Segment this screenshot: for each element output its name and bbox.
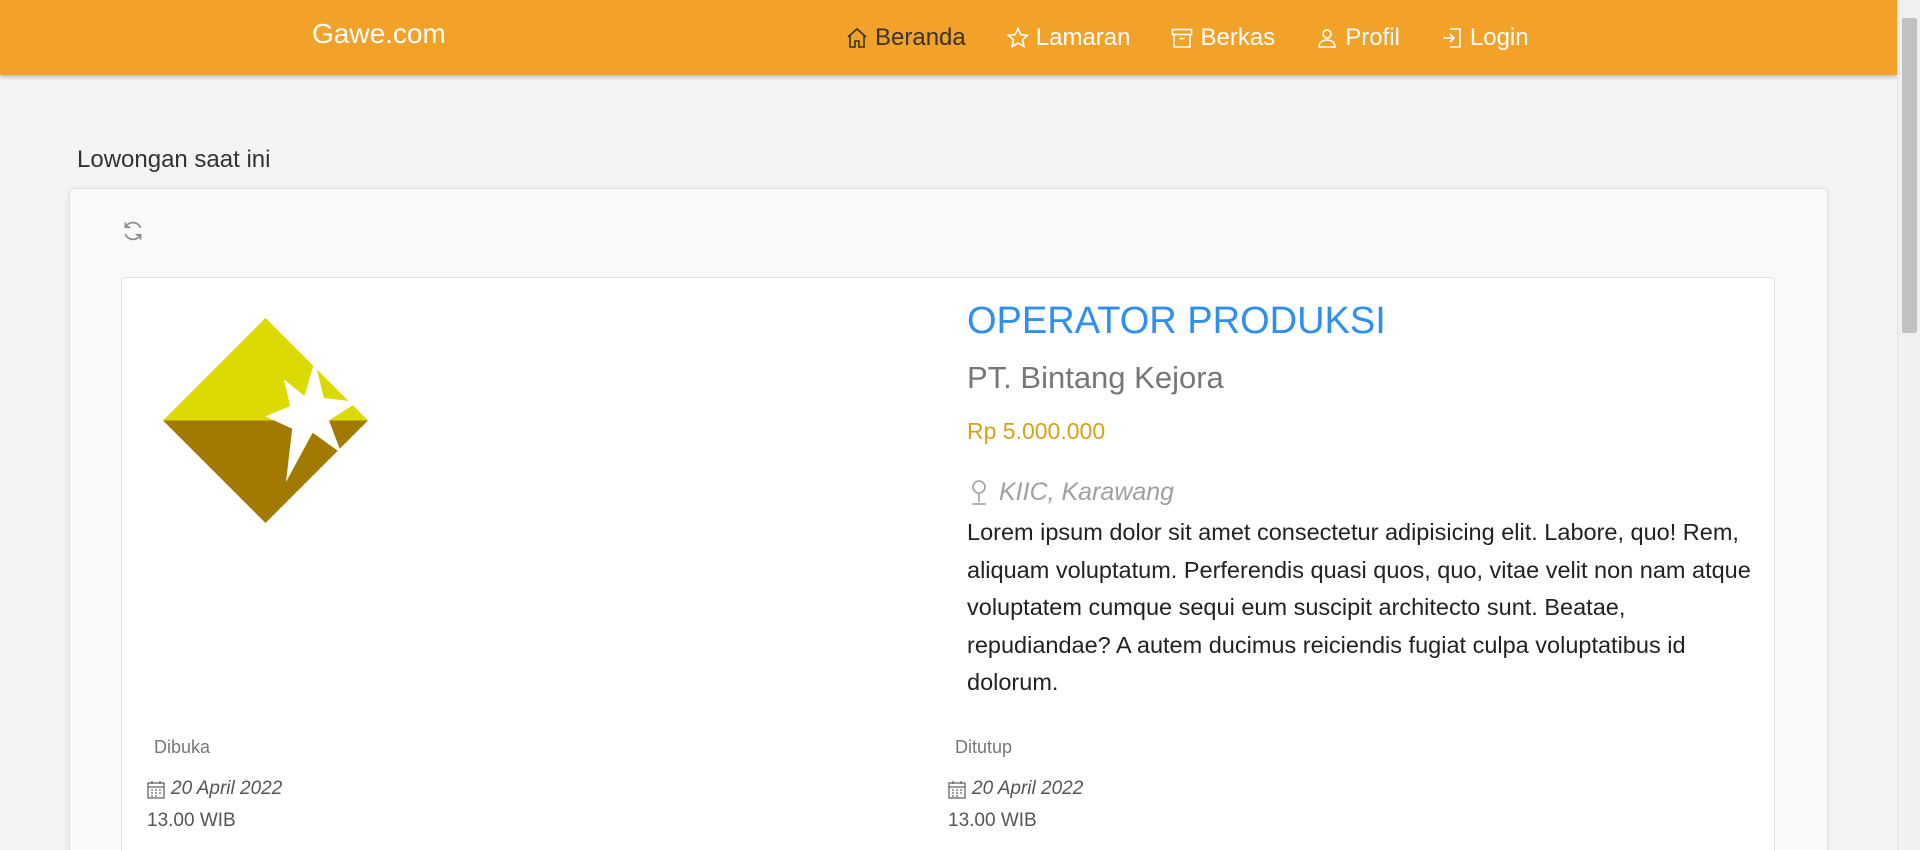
- company-logo-star-diamond: [163, 318, 368, 523]
- refresh-icon[interactable]: [120, 218, 146, 244]
- opened-date: 20 April 2022: [147, 778, 282, 800]
- archive-icon: [1172, 28, 1193, 48]
- location-text: KIIC, Karawang: [999, 478, 1175, 506]
- opened-date-text: 20 April 2022: [171, 778, 283, 799]
- scrollbar-thumb[interactable]: [1902, 18, 1917, 333]
- closed-date: 20 April 2022: [948, 778, 1083, 800]
- nav-item-login[interactable]: Login: [1440, 24, 1529, 52]
- user-icon: [1318, 28, 1336, 48]
- star-icon: [1006, 26, 1030, 48]
- top-navbar: Gawe.com Beranda Lamaran Berkas Profil L…: [0, 0, 1897, 75]
- nav-label-berkas: Berkas: [1200, 23, 1276, 51]
- map-pin-icon: [972, 479, 986, 505]
- nav-label-lamaran: Lamaran: [1035, 23, 1131, 51]
- closed-time: 13.00 WIB: [948, 810, 1037, 831]
- nav-label-login: Login: [1469, 23, 1529, 51]
- job-description: Lorem ipsum dolor sit amet consectetur a…: [967, 519, 1751, 695]
- closed-label: Ditutup: [955, 737, 1013, 757]
- login-icon: [1442, 27, 1461, 48]
- opened-label: Dibuka: [154, 737, 211, 757]
- job-location: KIIC, Karawang: [967, 478, 1174, 507]
- nav-label-beranda: Beranda: [875, 23, 966, 51]
- nav-item-beranda[interactable]: Beranda: [845, 24, 966, 52]
- company-name: PT. Bintang Kejora: [967, 360, 1224, 395]
- section-title: Lowongan saat ini: [77, 146, 271, 173]
- nav-item-berkas[interactable]: Berkas: [1170, 24, 1275, 52]
- main-nav: Beranda Lamaran Berkas Profil Login: [845, 0, 1529, 75]
- home-icon: [847, 27, 867, 48]
- vertical-scrollbar[interactable]: [1897, 0, 1920, 850]
- salary: Rp 5.000.000: [967, 418, 1106, 444]
- calendar-icon: [147, 780, 165, 799]
- job-title[interactable]: OPERATOR PRODUKSI: [967, 300, 1386, 343]
- closed-date-text: 20 April 2022: [972, 778, 1084, 799]
- opened-time: 13.00 WIB: [147, 810, 236, 831]
- nav-label-profil: Profil: [1345, 23, 1400, 51]
- calendar-icon: [948, 780, 966, 799]
- nav-item-lamaran[interactable]: Lamaran: [1006, 23, 1131, 52]
- brand-logo-text[interactable]: Gawe.com: [312, 18, 446, 50]
- nav-item-profil[interactable]: Profil: [1315, 24, 1400, 52]
